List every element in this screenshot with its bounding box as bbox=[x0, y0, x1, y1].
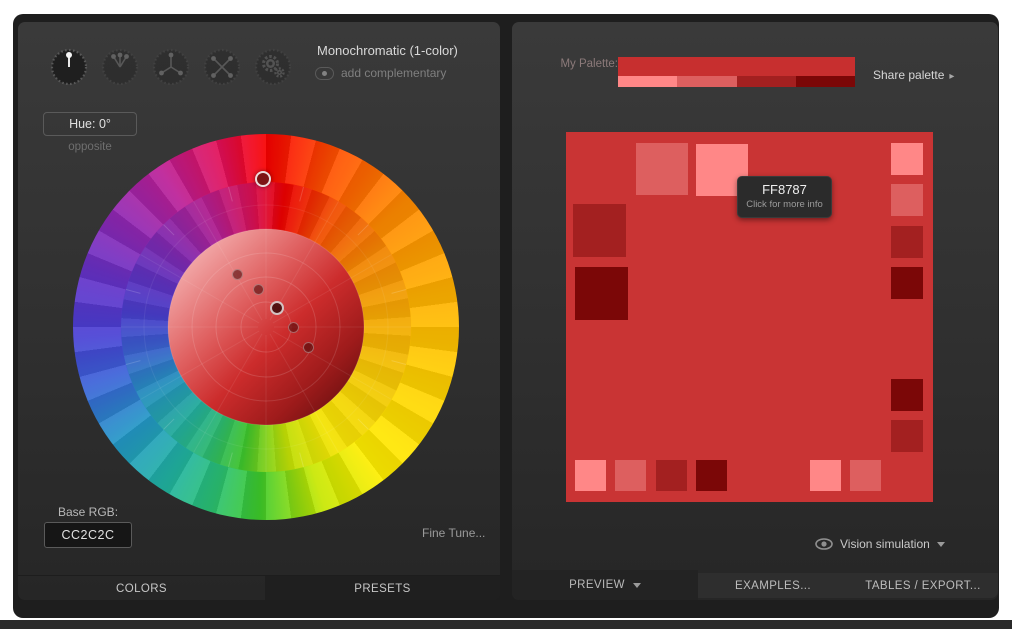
shade-marker[interactable] bbox=[253, 284, 264, 295]
add-complementary-row: add complementary bbox=[315, 66, 446, 80]
tab-tables-export[interactable]: TABLES / EXPORT... bbox=[848, 573, 998, 598]
scheme-title: Monochromatic (1-color) bbox=[317, 43, 458, 58]
preview-swatch-medium[interactable] bbox=[891, 184, 923, 216]
left-panel: Monochromatic (1-color) add complementar… bbox=[18, 22, 500, 600]
app-window: Monochromatic (1-color) add complementar… bbox=[13, 14, 999, 618]
fine-tune-link[interactable]: Fine Tune... bbox=[422, 526, 485, 540]
add-complementary-label: add complementary bbox=[341, 66, 446, 80]
chevron-down-icon bbox=[937, 542, 945, 547]
preview-swatch-light[interactable] bbox=[810, 460, 841, 491]
hue-marker[interactable] bbox=[255, 171, 271, 187]
preview-swatch-darkest[interactable] bbox=[696, 460, 727, 491]
palette-variant-dark[interactable] bbox=[737, 76, 796, 87]
preview-swatch-darkest[interactable] bbox=[891, 267, 923, 299]
chevron-down-icon bbox=[633, 583, 641, 588]
right-panel: My Palette: Share palette ▸ FF8787 Click … bbox=[512, 22, 998, 600]
base-rgb-input[interactable] bbox=[44, 522, 132, 548]
hue-button[interactable]: Hue: 0° bbox=[43, 112, 137, 136]
scheme-tetrad-icon[interactable] bbox=[203, 48, 241, 86]
preview-swatch-medium[interactable] bbox=[615, 460, 646, 491]
preview-swatch-dark[interactable] bbox=[656, 460, 687, 491]
my-palette-strip[interactable] bbox=[618, 57, 855, 87]
tooltip-hex-value: FF8787 bbox=[738, 182, 831, 197]
preview-swatch-medium[interactable] bbox=[850, 460, 881, 491]
right-tabbar: EXAMPLES... TABLES / EXPORT... bbox=[698, 573, 998, 598]
preview-area: FF8787 Click for more info bbox=[566, 132, 933, 502]
tab-colors[interactable]: COLORS bbox=[18, 576, 265, 600]
palette-base-color bbox=[618, 57, 855, 76]
preview-swatch-dark[interactable] bbox=[891, 420, 923, 452]
scheme-adjacent-icon[interactable] bbox=[101, 48, 139, 86]
bottom-band bbox=[0, 620, 1012, 629]
share-palette-link[interactable]: Share palette ▸ bbox=[873, 68, 954, 82]
page: Monochromatic (1-color) add complementar… bbox=[0, 0, 1012, 632]
tab-preview-label: PREVIEW bbox=[569, 579, 625, 591]
preview-swatch-light[interactable] bbox=[575, 460, 606, 491]
color-tooltip: FF8787 Click for more info bbox=[737, 176, 832, 218]
preview-swatch-darkest[interactable] bbox=[891, 379, 923, 411]
shade-marker[interactable] bbox=[232, 269, 243, 280]
palette-variant-medium[interactable] bbox=[677, 76, 736, 87]
preview-swatch-medium[interactable] bbox=[636, 143, 688, 195]
palette-variant-light[interactable] bbox=[618, 76, 677, 87]
preview-swatch-light[interactable] bbox=[891, 143, 923, 175]
wheel-grid bbox=[73, 134, 459, 520]
preview-swatch-dark[interactable] bbox=[573, 204, 626, 257]
tab-examples[interactable]: EXAMPLES... bbox=[698, 573, 848, 598]
scheme-triad-icon[interactable] bbox=[152, 48, 190, 86]
scheme-monochromatic-icon[interactable] bbox=[50, 48, 88, 86]
eye-icon bbox=[815, 538, 833, 550]
scheme-freestyle-icon[interactable] bbox=[254, 48, 292, 86]
vision-simulation-label: Vision simulation bbox=[840, 537, 930, 551]
add-complementary-toggle[interactable] bbox=[315, 67, 334, 80]
shade-marker[interactable] bbox=[288, 322, 299, 333]
shade-marker-selected[interactable] bbox=[270, 301, 284, 315]
tooltip-hint: Click for more info bbox=[738, 199, 831, 210]
scheme-type-selector bbox=[50, 48, 292, 86]
my-palette-label: My Palette: bbox=[532, 58, 618, 70]
left-tabbar: COLORS PRESETS bbox=[18, 575, 500, 600]
palette-variant-darkest[interactable] bbox=[796, 76, 855, 87]
vision-simulation-control[interactable]: Vision simulation bbox=[815, 537, 945, 551]
base-rgb-label: Base RGB: bbox=[58, 505, 118, 519]
preview-swatch-darkest[interactable] bbox=[575, 267, 628, 320]
tab-preview[interactable]: PREVIEW bbox=[512, 570, 698, 600]
palette-variants bbox=[618, 76, 855, 87]
color-wheel[interactable] bbox=[73, 134, 459, 520]
preview-swatch-dark[interactable] bbox=[891, 226, 923, 258]
share-palette-label: Share palette bbox=[873, 68, 944, 82]
tab-presets[interactable]: PRESETS bbox=[265, 576, 500, 600]
shade-marker[interactable] bbox=[303, 342, 314, 353]
share-palette-arrow-icon: ▸ bbox=[949, 71, 954, 82]
